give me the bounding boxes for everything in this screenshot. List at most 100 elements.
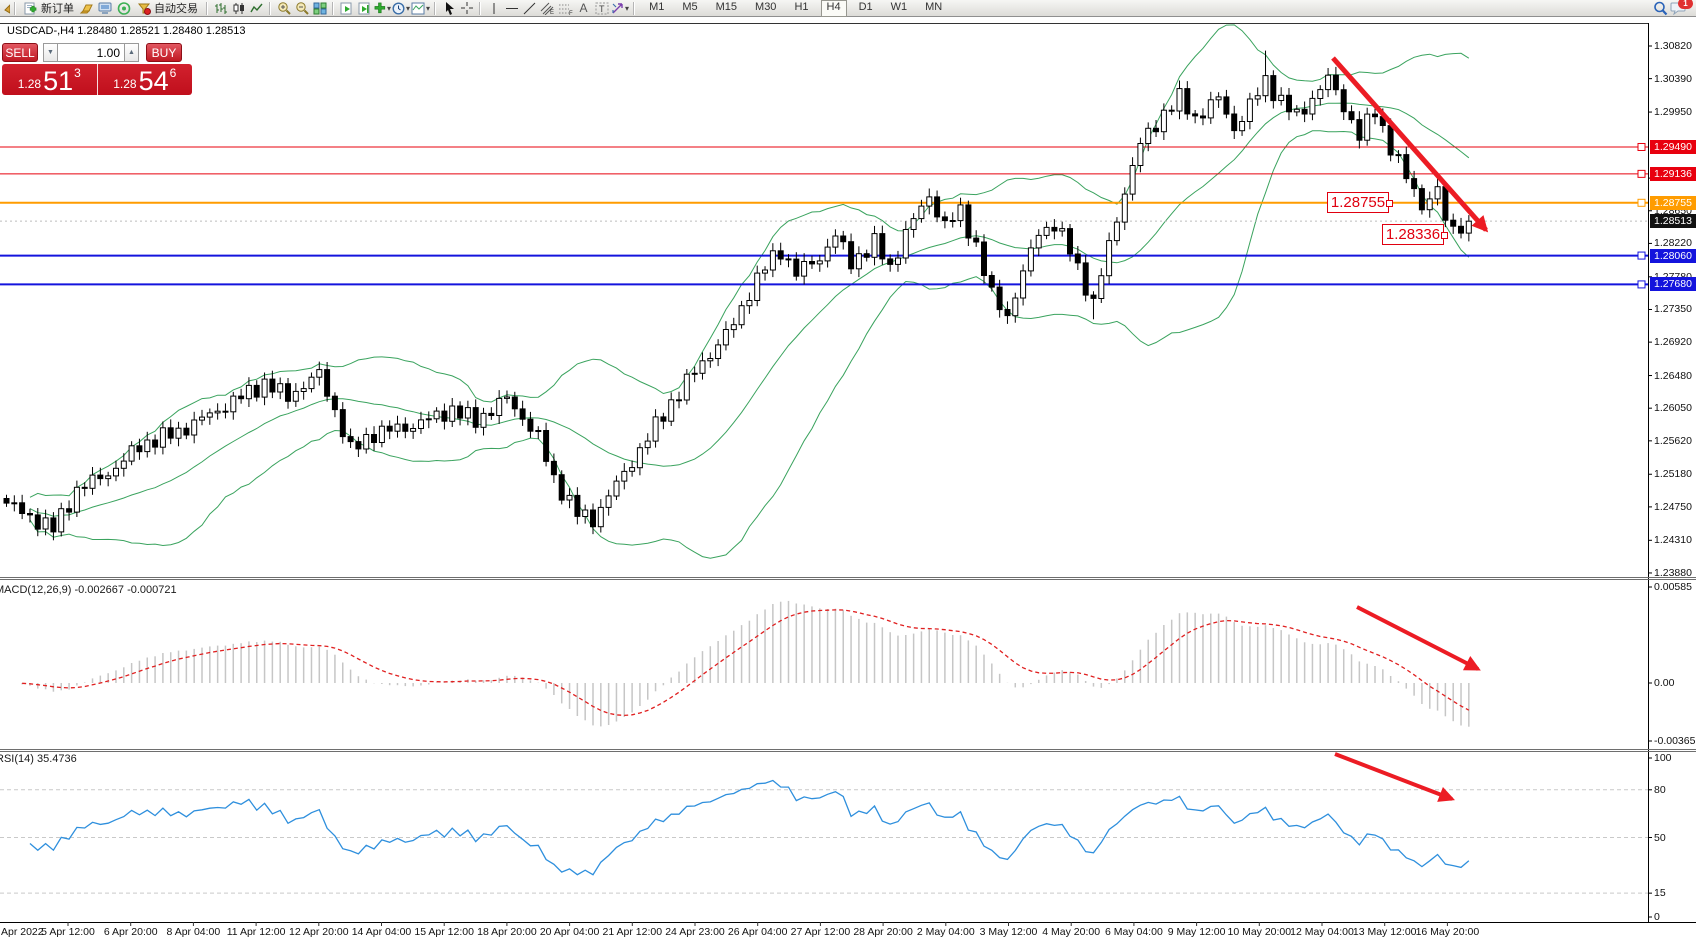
text-label-icon[interactable]: T <box>593 1 610 16</box>
buy-price[interactable]: 1.28546 <box>98 64 193 95</box>
buy-price-big: 54 <box>139 68 169 94</box>
time-axis-label: 28 Apr 20:00 <box>853 926 913 938</box>
time-axis-label: Apr 2022 <box>1 926 44 938</box>
trend-arrows[interactable] <box>1333 58 1486 799</box>
axis-tick-label: -0.003652 <box>1654 735 1696 747</box>
pane-frames <box>0 23 1696 923</box>
sell-price[interactable]: 1.28513 <box>2 64 98 95</box>
trading-terminal: 新订单 自动交易 ▾ ▾ ▾ E F A T ▾ M <box>0 0 1696 942</box>
axis-tick-label: 0.00585 <box>1654 581 1692 593</box>
rsi-label: RSI(14) 35.4736 <box>0 753 77 765</box>
timeframe-w1[interactable]: W1 <box>885 0 914 15</box>
indicators-add-icon[interactable]: ▾ <box>374 1 391 16</box>
separator <box>633 2 635 15</box>
one-click-prices: 1.28513 1.28546 <box>2 64 192 95</box>
time-axis-label: 12 May 04:00 <box>1290 926 1354 938</box>
volume-decrease-button[interactable]: ▼ <box>43 43 57 62</box>
crosshair-icon[interactable] <box>458 1 475 16</box>
time-axis-label: 11 Apr 12:00 <box>227 926 286 938</box>
shapes-icon[interactable]: ▾ <box>611 1 629 16</box>
cursor-icon[interactable] <box>440 1 457 16</box>
axis-tick-label: 0.00 <box>1654 677 1674 689</box>
trend-arrow-macd[interactable] <box>1357 607 1478 669</box>
line-handle[interactable] <box>1638 252 1645 259</box>
vertical-line-icon[interactable] <box>485 1 502 16</box>
price-lines[interactable] <box>0 143 1648 287</box>
axis-tick-label: 1.25620 <box>1654 435 1692 447</box>
macd-signal-line <box>22 610 1469 716</box>
line-handle[interactable] <box>1638 170 1645 177</box>
chat-badge: 1 <box>1678 0 1693 9</box>
timeframe-m15[interactable]: M15 <box>710 0 743 15</box>
timeframe-m1[interactable]: M1 <box>643 0 670 15</box>
tile-windows-icon[interactable] <box>311 1 328 16</box>
timeframe-m30[interactable]: M30 <box>749 0 782 15</box>
timeframe-d1[interactable]: D1 <box>853 0 879 15</box>
timeframe-h1[interactable]: H1 <box>788 0 814 15</box>
chart-canvas <box>0 0 1696 942</box>
axis-tick-label: 1.30820 <box>1654 40 1692 52</box>
clipped-icon[interactable] <box>3 1 10 16</box>
line-handle[interactable] <box>1638 199 1645 206</box>
chevron-down-icon: ▾ <box>406 4 410 13</box>
axis-tick-label: 1.26920 <box>1654 336 1692 348</box>
horizontal-line-icon[interactable] <box>503 1 520 16</box>
bollinger-bands <box>30 25 1469 558</box>
text-icon[interactable]: A <box>575 1 592 16</box>
separator <box>269 2 271 15</box>
time-axis-label: 27 Apr 12:00 <box>791 926 851 938</box>
bar-chart-icon[interactable] <box>212 1 229 16</box>
templates-icon[interactable]: ▾ <box>411 1 430 16</box>
volume-input[interactable] <box>57 43 125 62</box>
line-handle[interactable] <box>1638 281 1645 288</box>
candlestick-chart-icon[interactable] <box>230 1 247 16</box>
price-annotation[interactable]: 1.28755 <box>1327 192 1389 213</box>
axis-tick-label: 50 <box>1654 832 1666 844</box>
chat-icon[interactable]: 1 <box>1670 1 1687 16</box>
trend-arrow-rsi[interactable] <box>1335 754 1452 799</box>
buy-price-small: 1.28 <box>113 77 136 91</box>
svg-text:F: F <box>569 11 573 15</box>
sell-price-small: 1.28 <box>18 77 41 91</box>
new-order-button[interactable]: 新订单 <box>20 1 78 16</box>
new-order-label: 新订单 <box>41 0 74 16</box>
price-annotation[interactable]: 1.28336 <box>1382 224 1444 245</box>
time-axis-label: 20 Apr 04:00 <box>540 926 600 938</box>
sell-button[interactable]: SELL <box>2 43 38 62</box>
time-axis-label: 24 Apr 23:00 <box>665 926 725 938</box>
axis-tick-label: 15 <box>1654 887 1666 899</box>
zoom-out-icon[interactable] <box>293 1 310 16</box>
trendline-icon[interactable] <box>521 1 538 16</box>
volume-increase-button[interactable]: ▲ <box>125 43 139 62</box>
gold-icon[interactable] <box>79 1 96 16</box>
axis-tick-label: 1.27350 <box>1654 303 1692 315</box>
time-axis: Apr 20225 Apr 12:006 Apr 20:008 Apr 04:0… <box>0 923 1696 942</box>
line-handle[interactable] <box>1638 143 1645 150</box>
top-toolbar: 新订单 自动交易 ▾ ▾ ▾ E F A T ▾ M <box>0 0 1696 17</box>
chart-next-icon[interactable] <box>356 1 373 16</box>
timeframe-m5[interactable]: M5 <box>676 0 703 15</box>
time-axis-label: 9 May 12:00 <box>1168 926 1226 938</box>
terminal-icon[interactable] <box>97 1 114 16</box>
zoom-in-icon[interactable] <box>275 1 292 16</box>
periods-clock-icon[interactable]: ▾ <box>392 1 410 16</box>
timeframe-mn[interactable]: MN <box>919 0 948 15</box>
chart-profile-icon[interactable] <box>338 1 355 16</box>
timeframe-h4[interactable]: H4 <box>821 0 847 17</box>
triangle-down-icon: ▼ <box>47 49 54 56</box>
signals-icon[interactable] <box>115 1 132 16</box>
svg-text:T: T <box>599 4 605 14</box>
time-axis-label: 6 Apr 20:00 <box>104 926 158 938</box>
fibonacci-icon[interactable]: E <box>539 1 556 16</box>
autotrade-button[interactable]: 自动交易 <box>133 1 202 16</box>
line-chart-icon[interactable] <box>248 1 265 16</box>
buy-button[interactable]: BUY <box>146 43 182 62</box>
one-click-controls: SELL ▼ ▲ BUY <box>2 43 192 62</box>
fibonacci-channel-icon[interactable]: F <box>557 1 574 16</box>
new-order-icon <box>24 2 38 15</box>
axis-tick-label: 1.29950 <box>1654 106 1692 118</box>
separator <box>434 2 436 15</box>
axis-tick-label: 1.26050 <box>1654 402 1692 414</box>
search-icon[interactable] <box>1652 1 1669 16</box>
time-axis-label: 26 Apr 04:00 <box>728 926 788 938</box>
